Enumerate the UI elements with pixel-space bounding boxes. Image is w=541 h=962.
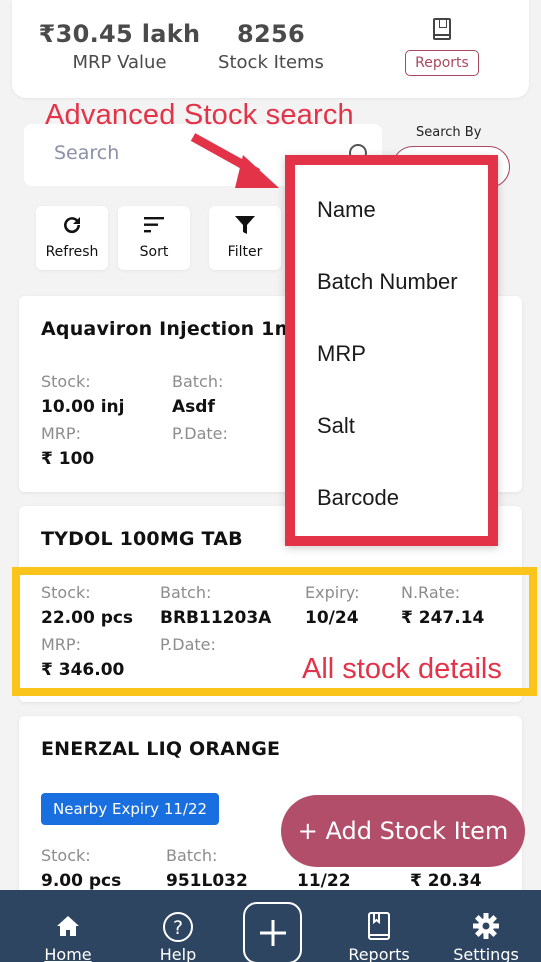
stock-items-label: Stock Items bbox=[218, 52, 324, 73]
svg-text:?: ? bbox=[173, 917, 183, 939]
plus-icon bbox=[260, 920, 286, 946]
stock-label: Stock: bbox=[41, 846, 91, 865]
home-icon bbox=[57, 916, 79, 936]
nearby-expiry-badge: Nearby Expiry 11/22 bbox=[41, 793, 220, 825]
summary-card: ₹30.45 lakh MRP Value 8256 Stock Items R… bbox=[12, 0, 529, 98]
stock-items-count: 8256 bbox=[237, 20, 305, 48]
mrp-label: MRP: bbox=[41, 424, 81, 443]
filter-button[interactable]: Filter bbox=[209, 206, 281, 270]
help-icon: ? bbox=[163, 912, 193, 942]
add-stock-item-button[interactable]: + Add Stock Item bbox=[281, 795, 525, 867]
dropdown-option-batch-number[interactable]: Batch Number bbox=[317, 269, 458, 295]
nav-home-label: Home bbox=[44, 945, 92, 962]
pdate-label: P.Date: bbox=[172, 424, 228, 443]
sort-icon bbox=[118, 213, 190, 241]
nav-add-button[interactable] bbox=[243, 902, 302, 962]
book-icon bbox=[433, 18, 451, 40]
annotation-stock-details: All stock details bbox=[302, 653, 502, 685]
refresh-button[interactable]: Refresh bbox=[36, 206, 108, 270]
search-by-dropdown[interactable]: Name Batch Number MRP Salt Barcode bbox=[285, 155, 498, 546]
bottom-nav: Home ? Help Reports Settings bbox=[0, 890, 541, 962]
stock-label: Stock: bbox=[41, 372, 91, 391]
search-by-label: Search By bbox=[416, 125, 482, 140]
nav-settings-label: Settings bbox=[453, 945, 519, 962]
dropdown-option-mrp[interactable]: MRP bbox=[317, 341, 366, 367]
reports-button[interactable]: Reports bbox=[405, 50, 479, 76]
reports-shortcut[interactable]: Reports bbox=[397, 18, 487, 76]
stock-value: 9.00 pcs bbox=[41, 871, 122, 891]
item-name: Aquaviron Injection 1ml bbox=[41, 318, 302, 340]
mrp-value-label: MRP Value bbox=[72, 52, 167, 73]
batch-label: Batch: bbox=[166, 846, 218, 865]
batch-value: Asdf bbox=[172, 397, 215, 417]
item-name: TYDOL 100MG TAB bbox=[41, 528, 243, 550]
expiry-value: 11/22 bbox=[297, 871, 351, 891]
filter-icon bbox=[209, 213, 281, 241]
mrp-value: ₹ 100 bbox=[41, 449, 95, 469]
batch-value: 951L032 bbox=[166, 871, 248, 891]
sort-label: Sort bbox=[139, 244, 169, 260]
item-name: ENERZAL LIQ ORANGE bbox=[41, 738, 281, 760]
filter-label: Filter bbox=[227, 244, 263, 260]
nrate-value: ₹ 20.34 bbox=[410, 871, 482, 891]
gear-icon bbox=[473, 913, 499, 939]
dropdown-option-name[interactable]: Name bbox=[317, 197, 376, 223]
dropdown-option-salt[interactable]: Salt bbox=[317, 413, 355, 439]
mrp-value-block: ₹30.45 lakh MRP Value bbox=[32, 20, 207, 73]
search-input[interactable] bbox=[54, 142, 294, 164]
stock-items-block: 8256 Stock Items bbox=[212, 20, 330, 73]
refresh-label: Refresh bbox=[45, 244, 99, 260]
stock-value: 10.00 inj bbox=[41, 397, 125, 417]
batch-label: Batch: bbox=[172, 372, 224, 391]
annotation-advanced-search: Advanced Stock search bbox=[45, 99, 354, 131]
nav-help-label: Help bbox=[159, 945, 197, 962]
sort-button[interactable]: Sort bbox=[118, 206, 190, 270]
mrp-value: ₹30.45 lakh bbox=[38, 20, 201, 48]
book-icon bbox=[368, 912, 390, 940]
dropdown-option-barcode[interactable]: Barcode bbox=[317, 485, 399, 511]
nav-reports-label: Reports bbox=[348, 945, 410, 962]
refresh-icon bbox=[36, 213, 108, 241]
